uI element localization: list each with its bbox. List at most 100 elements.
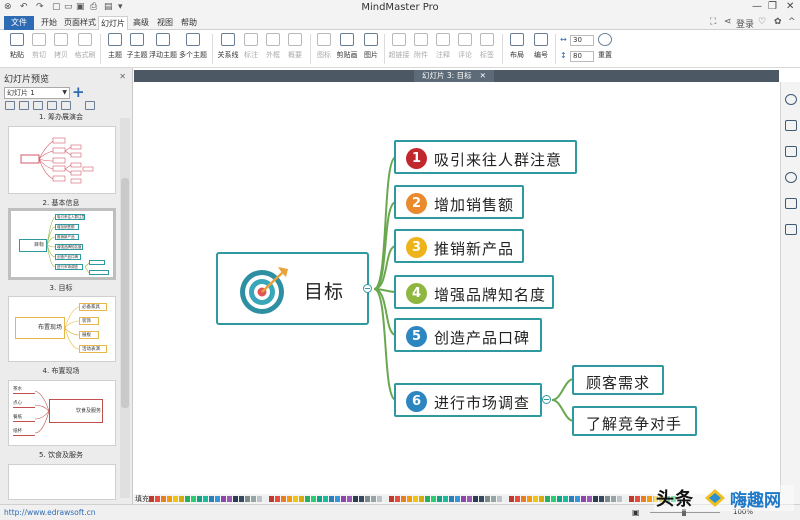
tab-help[interactable]: 帮助 [178, 16, 200, 30]
color-swatch[interactable] [413, 496, 418, 502]
color-swatch[interactable] [353, 496, 358, 502]
color-swatch[interactable] [257, 496, 262, 502]
color-swatch[interactable] [335, 496, 340, 502]
color-swatch[interactable] [527, 496, 532, 502]
color-swatch[interactable] [551, 496, 556, 502]
minimize-icon[interactable]: — [752, 1, 762, 12]
subtopic-node-1[interactable]: 顾客需求 [572, 365, 664, 395]
numbering-button[interactable]: 编号 [530, 33, 552, 60]
color-swatch[interactable] [311, 496, 316, 502]
color-swatch[interactable] [575, 496, 580, 502]
color-swatch[interactable] [503, 496, 508, 502]
color-swatch[interactable] [287, 496, 292, 502]
collapse-toggle[interactable] [542, 395, 551, 404]
tab-file[interactable]: 文件 [4, 16, 34, 30]
color-swatch[interactable] [581, 496, 586, 502]
color-swatch[interactable] [605, 496, 610, 502]
color-swatch[interactable] [203, 496, 208, 502]
slide-thumbnail-selected[interactable]: 目标 吸引来往人群注意 增加销售额 推销新产品 增强品牌知名度 创造产品口碑 进… [8, 208, 116, 280]
color-swatch[interactable] [473, 496, 478, 502]
color-swatch[interactable] [227, 496, 232, 502]
central-topic[interactable]: 目标 [216, 252, 369, 325]
color-swatch[interactable] [611, 496, 616, 502]
collapse-toggle[interactable] [363, 284, 372, 293]
panel-scrollbar[interactable] [120, 118, 130, 498]
format-painter-button[interactable]: 格式刷 [74, 33, 96, 60]
close-icon[interactable]: ✕ [786, 1, 794, 12]
restore-icon[interactable]: ❐ [768, 1, 777, 12]
color-swatch[interactable] [569, 496, 574, 502]
subtopic-node-2[interactable]: 了解竞争对手 [572, 406, 697, 436]
collapse-ribbon-icon[interactable]: ^ [788, 17, 796, 27]
color-swatch[interactable] [209, 496, 214, 502]
tag-button[interactable]: 标签 [476, 33, 498, 60]
color-swatch[interactable] [167, 496, 172, 502]
color-swatch[interactable] [245, 496, 250, 502]
color-swatch[interactable] [419, 496, 424, 502]
color-swatch[interactable] [305, 496, 310, 502]
color-swatch[interactable] [635, 496, 640, 502]
color-swatch[interactable] [401, 496, 406, 502]
horizontal-spacing-input[interactable]: 30 [570, 35, 594, 46]
login-button[interactable]: 登录 [736, 17, 754, 30]
slide-thumbnail[interactable] [8, 126, 116, 194]
color-swatch[interactable] [389, 496, 394, 502]
slide-edit-icon[interactable] [33, 101, 43, 110]
mindmap-canvas[interactable]: 目标 1 吸引来往人群注意 2 增加销售额 3 推销新产品 4 增强品牌知名度 … [134, 82, 779, 494]
document-tab[interactable]: 幻灯片 3: 目标✕ [414, 70, 494, 82]
color-swatch[interactable] [359, 496, 364, 502]
color-swatch[interactable] [281, 496, 286, 502]
tab-page-style[interactable]: 页面样式 [64, 16, 96, 30]
clipart-panel-icon[interactable] [785, 172, 797, 183]
color-swatch[interactable] [521, 496, 526, 502]
color-swatch[interactable] [233, 496, 238, 502]
color-swatch[interactable] [395, 496, 400, 502]
reset-button[interactable]: 重置 [594, 33, 616, 60]
pin-icon[interactable]: ✕ [119, 72, 126, 81]
tab-advanced[interactable]: 高级 [130, 16, 152, 30]
topic-node-6[interactable]: 6 进行市场调查 [394, 383, 542, 417]
tab-slides[interactable]: 幻灯片 [98, 16, 128, 31]
color-swatch[interactable] [383, 496, 388, 502]
color-swatch[interactable] [221, 496, 226, 502]
close-tab-icon[interactable]: ✕ [480, 71, 486, 80]
color-swatch[interactable] [431, 496, 436, 502]
share-icon[interactable]: ⋖ [724, 17, 732, 27]
color-swatch[interactable] [329, 496, 334, 502]
color-swatch[interactable] [533, 496, 538, 502]
color-swatch[interactable] [293, 496, 298, 502]
color-swatch[interactable] [455, 496, 460, 502]
format-panel-icon[interactable] [785, 94, 797, 105]
color-swatch[interactable] [599, 496, 604, 502]
color-swatch[interactable] [179, 496, 184, 502]
color-swatch[interactable] [365, 496, 370, 502]
tab-home[interactable]: 开始 [36, 16, 62, 30]
color-swatch[interactable] [263, 496, 268, 502]
color-swatch[interactable] [539, 496, 544, 502]
color-swatch[interactable] [485, 496, 490, 502]
slide-delete-icon[interactable] [47, 101, 57, 110]
color-swatch[interactable] [215, 496, 220, 502]
color-swatch[interactable] [323, 496, 328, 502]
color-swatch[interactable] [461, 496, 466, 502]
color-swatch[interactable] [407, 496, 412, 502]
color-swatch[interactable] [161, 496, 166, 502]
color-swatch[interactable] [593, 496, 598, 502]
fit-page-icon[interactable]: ▣ [632, 508, 640, 517]
multiple-topics-button[interactable]: 多个主题 [182, 33, 204, 60]
slide-thumbnail[interactable]: 布置现场 必备家具 装饰 展板 活动表演 [8, 296, 116, 362]
color-swatch[interactable] [347, 496, 352, 502]
add-slide-button[interactable]: + [72, 83, 85, 101]
play-slideshow-icon[interactable] [85, 101, 95, 110]
color-swatch[interactable] [275, 496, 280, 502]
floating-topic-button[interactable]: 浮动主题 [152, 33, 174, 60]
color-swatch[interactable] [647, 496, 652, 502]
color-swatch[interactable] [437, 496, 442, 502]
color-swatch[interactable] [377, 496, 382, 502]
color-swatch[interactable] [197, 496, 202, 502]
color-swatch[interactable] [443, 496, 448, 502]
color-swatch[interactable] [149, 496, 154, 502]
color-swatch[interactable] [269, 496, 274, 502]
color-swatch[interactable] [173, 496, 178, 502]
color-swatch[interactable] [491, 496, 496, 502]
